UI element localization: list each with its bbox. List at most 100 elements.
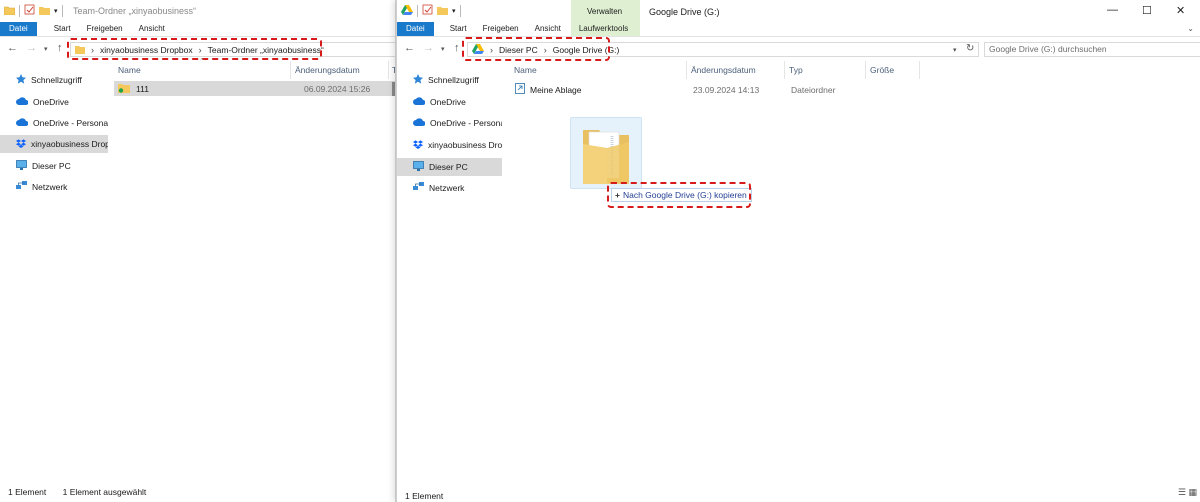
quick-access-toolbar: ▾ <box>3 4 63 17</box>
back-arrow-icon[interactable]: ← <box>404 42 415 54</box>
search-input[interactable]: Google Drive (G:) durchsuchen <box>984 42 1200 57</box>
highlight-box <box>67 38 322 60</box>
divider <box>459 4 461 17</box>
folder-sync-icon <box>118 82 130 95</box>
up-arrow-icon[interactable]: ↑ <box>454 42 460 54</box>
minimize-icon[interactable]: — <box>1107 4 1118 16</box>
forward-arrow-icon[interactable]: → <box>423 42 434 54</box>
new-folder-icon[interactable] <box>437 5 448 17</box>
close-icon[interactable]: ✕ <box>1176 4 1185 17</box>
nav-item-dropbox[interactable]: xinyaobusiness Dropbox <box>0 135 108 153</box>
back-arrow-icon[interactable]: ← <box>7 42 18 54</box>
highlight-box <box>607 182 751 208</box>
tab-ansicht[interactable]: Ansicht <box>529 22 571 36</box>
tab-datei[interactable]: Datei <box>397 22 434 36</box>
column-header-name[interactable]: Name <box>514 64 537 78</box>
column-divider[interactable] <box>919 61 920 79</box>
details-view-icon[interactable]: ☰ <box>1178 487 1186 498</box>
recent-locations-icon[interactable]: ▾ <box>441 44 445 56</box>
column-header-date[interactable]: Änderungsdatum <box>295 64 360 78</box>
up-arrow-icon[interactable]: ↑ <box>57 42 63 54</box>
tab-ansicht[interactable]: Ansicht <box>133 22 175 36</box>
title-bar: ▾ Team-Ordner „xinyaobusiness“ <box>0 0 395 22</box>
status-bar: 1 Element <box>405 488 443 502</box>
expand-ribbon-icon[interactable]: ⌄ <box>1187 24 1194 33</box>
nav-item-dropbox[interactable]: xinyaobusiness Dropbox <box>397 136 502 154</box>
nav-item-label: Dieser PC <box>429 162 468 172</box>
nav-item-onedrive[interactable]: OneDrive <box>0 93 108 111</box>
explorer-window-google-drive: ▾ Verwalten Google Drive (G:) — ☐ ✕ Date… <box>396 0 1200 502</box>
nav-item-dieser-pc[interactable]: Dieser PC <box>397 158 502 176</box>
navigation-bar: ← → ▾ ↑ › Dieser PC › Google Drive (G:) … <box>397 37 1200 61</box>
google-drive-icon <box>401 4 413 17</box>
scrollbar[interactable] <box>392 82 395 96</box>
selected-count: 1 Element ausgewählt <box>62 487 147 497</box>
tab-start[interactable]: Start <box>37 22 81 36</box>
star-icon <box>413 74 423 86</box>
tab-datei[interactable]: Datei <box>0 22 37 36</box>
star-icon <box>16 74 26 86</box>
title-bar: ▾ Verwalten Google Drive (G:) — ☐ ✕ <box>397 0 1200 22</box>
context-tab-label[interactable]: Verwalten <box>587 7 622 16</box>
nav-item-netzwerk[interactable]: Netzwerk <box>0 178 108 196</box>
nav-item-label: Schnellzugriff <box>428 75 479 85</box>
table-row[interactable]: 111 06.09.2024 15:26 <box>114 81 395 96</box>
recent-locations-icon[interactable]: ▾ <box>44 44 48 56</box>
column-divider[interactable] <box>388 61 389 79</box>
folder-icon <box>3 5 16 17</box>
item-count: 1 Element <box>405 491 444 501</box>
column-divider[interactable] <box>686 61 687 79</box>
column-header-type[interactable]: Typ <box>789 64 803 78</box>
customize-qa-icon[interactable]: ▾ <box>452 7 456 15</box>
window-title: Team-Ordner „xinyaobusiness“ <box>73 6 197 16</box>
large-icons-view-icon[interactable]: ▦ <box>1188 487 1197 498</box>
new-folder-icon[interactable] <box>39 5 50 17</box>
nav-item-schnellzugriff[interactable]: Schnellzugriff <box>397 71 502 89</box>
maximize-icon[interactable]: ☐ <box>1142 4 1152 17</box>
cloud-icon <box>16 118 29 128</box>
refresh-icon[interactable]: ↻ <box>966 43 974 55</box>
column-divider[interactable] <box>865 61 866 79</box>
cloud-icon <box>413 97 426 107</box>
tab-freigeben[interactable]: Freigeben <box>477 22 529 36</box>
quick-access-toolbar: ▾ <box>401 4 461 17</box>
column-header-size[interactable]: Größe <box>870 64 894 78</box>
column-divider[interactable] <box>784 61 785 79</box>
tab-start[interactable]: Start <box>434 22 477 36</box>
divider <box>61 4 63 17</box>
dropbox-icon <box>16 138 26 150</box>
properties-icon[interactable] <box>24 4 35 17</box>
sort-indicator-icon: ⌃ <box>199 58 205 65</box>
divider <box>19 4 20 17</box>
tab-freigeben[interactable]: Freigeben <box>81 22 133 36</box>
status-bar: 1 Element 1 Element ausgewählt <box>8 484 388 502</box>
address-dropdown-icon[interactable]: ▾ <box>953 45 957 57</box>
column-header-date[interactable]: Änderungsdatum <box>691 64 756 78</box>
folder-icon <box>583 130 629 184</box>
highlight-box <box>462 37 610 61</box>
nav-item-label: OneDrive - Personal <box>430 118 502 128</box>
nav-item-onedrive[interactable]: OneDrive <box>397 93 502 111</box>
network-icon <box>16 181 27 193</box>
forward-arrow-icon[interactable]: → <box>26 42 37 54</box>
nav-item-label: OneDrive <box>430 97 466 107</box>
column-divider[interactable] <box>290 61 291 79</box>
file-name: Meine Ablage <box>530 84 582 95</box>
nav-item-netzwerk[interactable]: Netzwerk <box>397 179 502 197</box>
file-date: 23.09.2024 14:13 <box>693 84 760 95</box>
file-date: 06.09.2024 15:26 <box>304 83 371 94</box>
nav-item-label: OneDrive - Personal <box>33 118 108 128</box>
monitor-icon <box>16 160 27 172</box>
item-count: 1 Element <box>8 487 47 497</box>
file-name: 111 <box>136 83 149 94</box>
nav-item-dieser-pc[interactable]: Dieser PC <box>0 157 108 175</box>
column-header-name[interactable]: Name <box>118 64 141 78</box>
nav-item-onedrive-personal[interactable]: OneDrive - Personal <box>0 114 108 132</box>
nav-item-schnellzugriff[interactable]: Schnellzugriff <box>0 71 108 89</box>
tab-laufwerktools[interactable]: Laufwerktools <box>571 22 638 36</box>
nav-item-onedrive-personal[interactable]: OneDrive - Personal <box>397 114 502 132</box>
network-icon <box>413 182 424 194</box>
table-row[interactable]: Meine Ablage 23.09.2024 14:13 Dateiordne… <box>515 82 915 97</box>
properties-icon[interactable] <box>422 4 433 17</box>
customize-qa-icon[interactable]: ▾ <box>54 7 58 15</box>
